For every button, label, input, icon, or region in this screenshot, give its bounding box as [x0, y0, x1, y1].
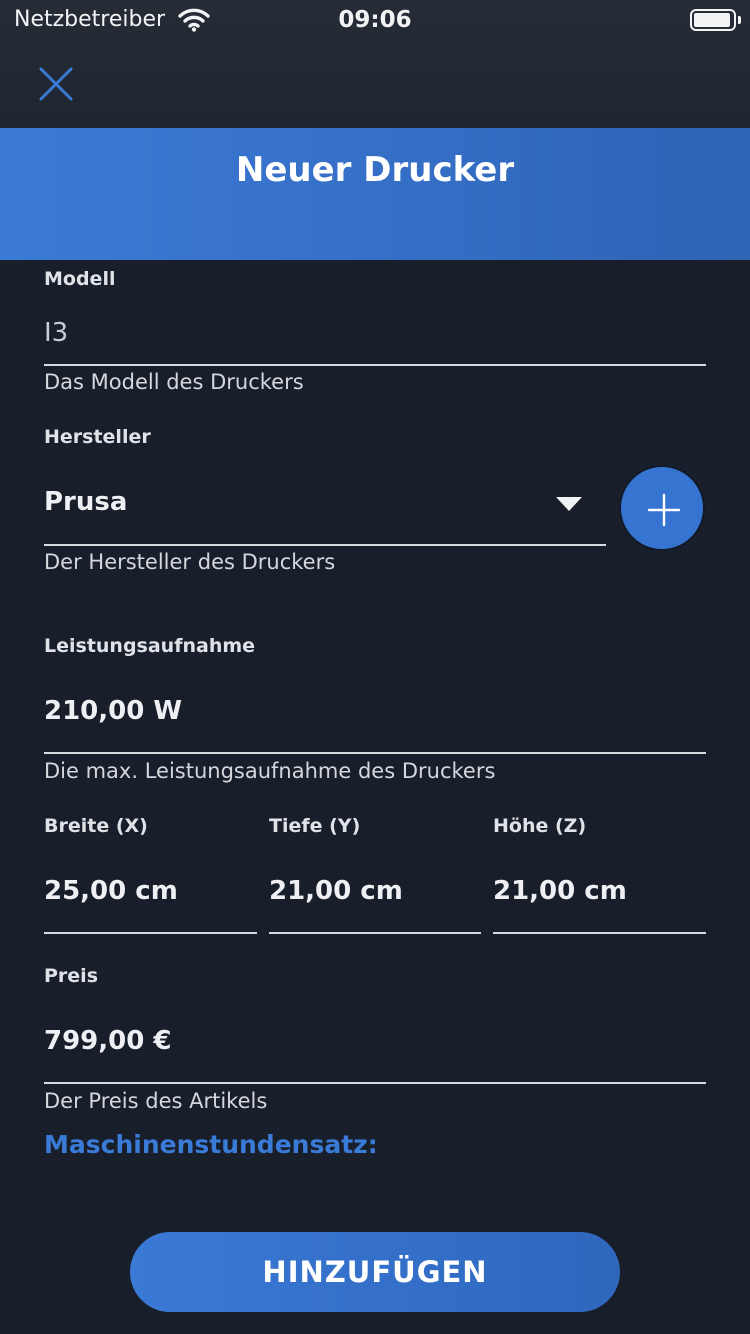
manufacturer-label: Hersteller	[44, 426, 151, 448]
height-underline	[493, 932, 706, 934]
triangle-down-icon[interactable]	[556, 497, 582, 511]
price-hint: Der Preis des Artikels	[44, 1089, 268, 1113]
top-bar: Netzbetreiber 09:06	[0, 0, 750, 128]
depth-underline	[269, 932, 481, 934]
power-input[interactable]: 210,00 W	[44, 696, 182, 726]
status-time: 09:06	[338, 7, 412, 33]
model-input[interactable]: I3	[44, 318, 68, 348]
price-label: Preis	[44, 965, 99, 987]
manufacturer-hint: Der Hersteller des Druckers	[44, 550, 336, 574]
price-input[interactable]: 799,00 €	[44, 1026, 171, 1056]
plus-icon	[647, 493, 681, 527]
status-bar: Netzbetreiber 09:06	[0, 0, 750, 40]
manufacturer-select[interactable]: Prusa	[44, 487, 127, 517]
page-title: Neuer Drucker	[235, 150, 515, 190]
height-label: Höhe (Z)	[493, 815, 587, 837]
depth-input[interactable]: 21,00 cm	[269, 876, 403, 906]
battery-icon	[690, 9, 741, 31]
manufacturer-underline	[44, 544, 606, 546]
width-underline	[44, 932, 257, 934]
model-label: Modell	[44, 268, 116, 290]
depth-label: Tiefe (Y)	[269, 815, 361, 837]
add-manufacturer-button[interactable]	[619, 465, 705, 551]
model-hint: Das Modell des Druckers	[44, 370, 304, 394]
height-input[interactable]: 21,00 cm	[493, 876, 627, 906]
width-input[interactable]: 25,00 cm	[44, 876, 178, 906]
page-header: Neuer Drucker	[0, 128, 750, 260]
machine-rate-label: Maschinenstundensatz:	[44, 1130, 378, 1159]
add-button[interactable]: HINZUFÜGEN	[130, 1232, 620, 1312]
power-label: Leistungsaufnahme	[44, 635, 256, 657]
power-hint: Die max. Leistungsaufnahme des Druckers	[44, 759, 496, 783]
close-icon[interactable]	[38, 66, 74, 102]
width-label: Breite (X)	[44, 815, 148, 837]
price-underline	[44, 1082, 706, 1084]
power-underline	[44, 752, 706, 754]
model-underline	[44, 364, 706, 366]
